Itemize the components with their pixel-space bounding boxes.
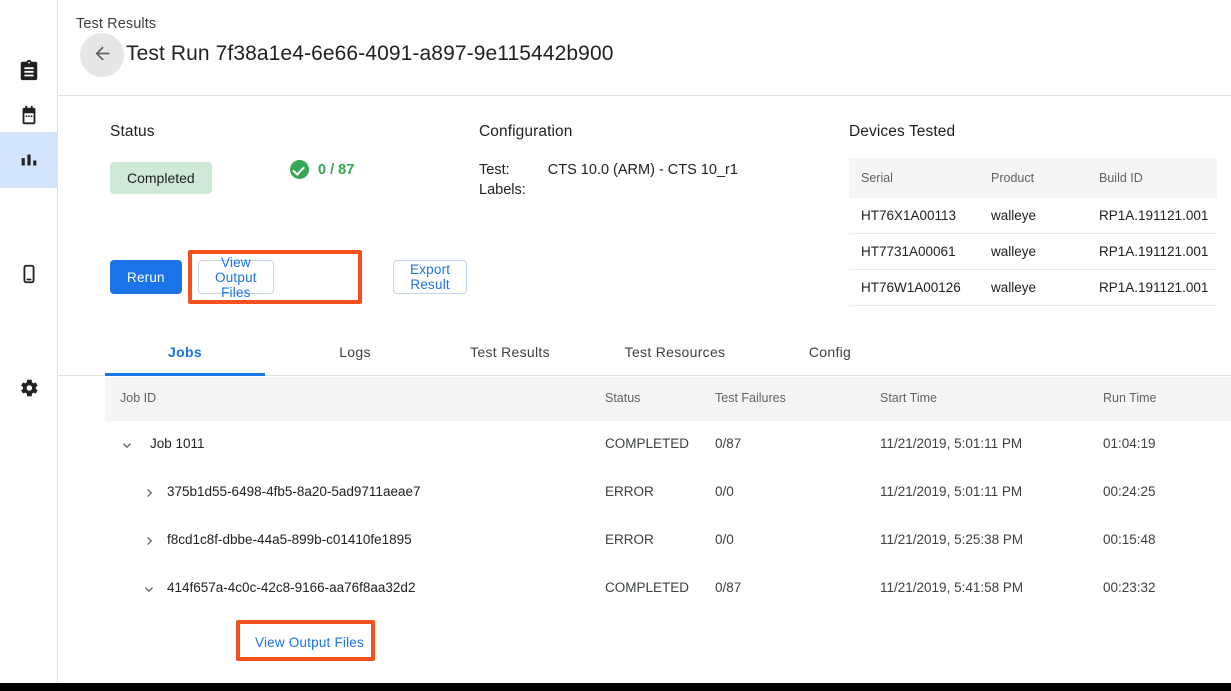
column-header-status: Status <box>605 391 640 405</box>
tab-bar: Jobs Logs Test Results Test Resources Co… <box>58 328 1231 376</box>
calendar-icon <box>18 105 40 127</box>
job-run-time: 00:23:32 <box>1103 580 1156 595</box>
check-circle-icon <box>290 160 309 179</box>
config-value <box>548 180 738 200</box>
table-row[interactable]: 414f657a-4c0c-42c8-9166-aa76f8aa32d2 COM… <box>105 565 1231 613</box>
rerun-button[interactable]: Rerun <box>110 260 182 294</box>
page-header: Test Results Test Run 7f38a1e4-6e66-4091… <box>58 0 1231 96</box>
highlight-box-view-output-files <box>188 250 362 304</box>
chevron-right-icon[interactable] <box>141 533 157 549</box>
job-failures: 0/87 <box>715 580 741 595</box>
sidebar-item-settings[interactable] <box>0 360 58 416</box>
device-product: walleye <box>979 270 1087 306</box>
column-header-test-failures: Test Failures <box>715 391 786 405</box>
device-build-id: RP1A.191121.001 <box>1087 198 1217 234</box>
page-content: Status Completed 0 / 87 Configuration Te… <box>58 96 1231 683</box>
tab-test-results[interactable]: Test Results <box>445 328 575 376</box>
job-run-time: 00:24:25 <box>1103 484 1156 499</box>
column-header-product: Product <box>979 158 1087 198</box>
devices-table: Serial Product Build ID HT76X1A00113 wal… <box>849 158 1217 306</box>
tab-test-resources[interactable]: Test Resources <box>595 328 755 376</box>
table-row[interactable]: Job 1011 COMPLETED 0/87 11/21/2019, 5:01… <box>105 421 1231 469</box>
export-result-button[interactable]: Export Result <box>393 260 467 294</box>
configuration-list: Test: CTS 10.0 (ARM) - CTS 10_r1 Labels: <box>479 160 738 200</box>
status-badge: Completed <box>110 162 212 194</box>
job-start-time: 11/21/2019, 5:01:11 PM <box>880 484 1022 499</box>
job-start-time: 11/21/2019, 5:41:58 PM <box>880 580 1023 595</box>
job-id: 375b1d55-6498-4fb5-8a20-5ad9711aeae7 <box>167 484 420 499</box>
tab-config[interactable]: Config <box>775 328 885 376</box>
test-failure-summary: 0 / 87 <box>290 160 354 179</box>
table-row[interactable]: 375b1d55-6498-4fb5-8a20-5ad9711aeae7 ERR… <box>105 469 1231 517</box>
job-failures: 0/0 <box>715 532 734 547</box>
arrow-left-icon <box>92 43 113 67</box>
job-status: COMPLETED <box>605 580 689 595</box>
column-header-serial: Serial <box>849 158 979 198</box>
job-failures: 0/87 <box>715 436 741 451</box>
table-row[interactable]: f8cd1c8f-dbbe-44a5-899b-c01410fe1895 ERR… <box>105 517 1231 565</box>
gear-icon <box>18 377 40 399</box>
chevron-down-icon[interactable] <box>141 581 157 597</box>
device-product: walleye <box>979 198 1087 234</box>
column-header-start-time: Start Time <box>880 391 937 405</box>
chevron-right-icon[interactable] <box>141 485 157 501</box>
config-value: CTS 10.0 (ARM) - CTS 10_r1 <box>548 160 738 180</box>
column-header-build-id: Build ID <box>1087 158 1217 198</box>
job-run-time: 00:15:48 <box>1103 532 1156 547</box>
status-heading: Status <box>110 123 155 141</box>
config-row: Labels: <box>479 180 738 200</box>
back-button[interactable] <box>80 33 124 77</box>
left-nav-rail <box>0 0 58 683</box>
jobs-header-row: Job ID Status Test Failures Start Time R… <box>105 377 1231 421</box>
job-id: 414f657a-4c0c-42c8-9166-aa76f8aa32d2 <box>167 580 415 595</box>
job-status: COMPLETED <box>605 436 689 451</box>
device-serial: HT76X1A00113 <box>849 198 979 234</box>
column-header-run-time: Run Time <box>1103 391 1157 405</box>
column-header-job-id: Job ID <box>120 391 156 405</box>
tab-logs[interactable]: Logs <box>305 328 405 376</box>
devices-tested-heading: Devices Tested <box>849 123 955 141</box>
device-serial: HT7731A00061 <box>849 234 979 270</box>
config-row: Test: CTS 10.0 (ARM) - CTS 10_r1 <box>479 160 738 180</box>
failure-count-label: 0 / 87 <box>318 162 354 178</box>
job-id: Job 1011 <box>150 436 205 451</box>
job-status: ERROR <box>605 532 654 547</box>
jobs-table: Job ID Status Test Failures Start Time R… <box>105 377 1231 613</box>
device-build-id: RP1A.191121.001 <box>1087 270 1217 306</box>
job-run-time: 01:04:19 <box>1103 436 1156 451</box>
device-product: walleye <box>979 234 1087 270</box>
job-start-time: 11/21/2019, 5:01:11 PM <box>880 436 1022 451</box>
app-root: Test Results Test Run 7f38a1e4-6e66-4091… <box>0 0 1231 691</box>
bottom-bar <box>0 683 1231 691</box>
chevron-down-icon[interactable] <box>119 437 135 453</box>
devices-header-row: Serial Product Build ID <box>849 158 1217 198</box>
bar-chart-icon <box>18 149 40 171</box>
config-key: Labels: <box>479 180 548 200</box>
page-title: Test Run 7f38a1e4-6e66-4091-a897-9e11544… <box>126 42 614 66</box>
highlight-box-row-view-output-files <box>236 620 375 661</box>
table-row: HT76X1A00113 walleye RP1A.191121.001 <box>849 198 1217 234</box>
table-row: HT7731A00061 walleye RP1A.191121.001 <box>849 234 1217 270</box>
device-icon <box>18 263 40 285</box>
sidebar-item-devices[interactable] <box>0 246 58 302</box>
sidebar-item-test-results[interactable] <box>0 132 58 188</box>
table-row: HT76W1A00126 walleye RP1A.191121.001 <box>849 270 1217 306</box>
breadcrumb: Test Results <box>76 16 156 32</box>
device-serial: HT76W1A00126 <box>849 270 979 306</box>
config-key: Test: <box>479 160 548 180</box>
clipboard-icon <box>18 59 40 81</box>
job-status: ERROR <box>605 484 654 499</box>
job-start-time: 11/21/2019, 5:25:38 PM <box>880 532 1023 547</box>
configuration-heading: Configuration <box>479 123 573 141</box>
tab-jobs[interactable]: Jobs <box>105 328 265 376</box>
job-failures: 0/0 <box>715 484 734 499</box>
device-build-id: RP1A.191121.001 <box>1087 234 1217 270</box>
job-id: f8cd1c8f-dbbe-44a5-899b-c01410fe1895 <box>167 532 412 547</box>
